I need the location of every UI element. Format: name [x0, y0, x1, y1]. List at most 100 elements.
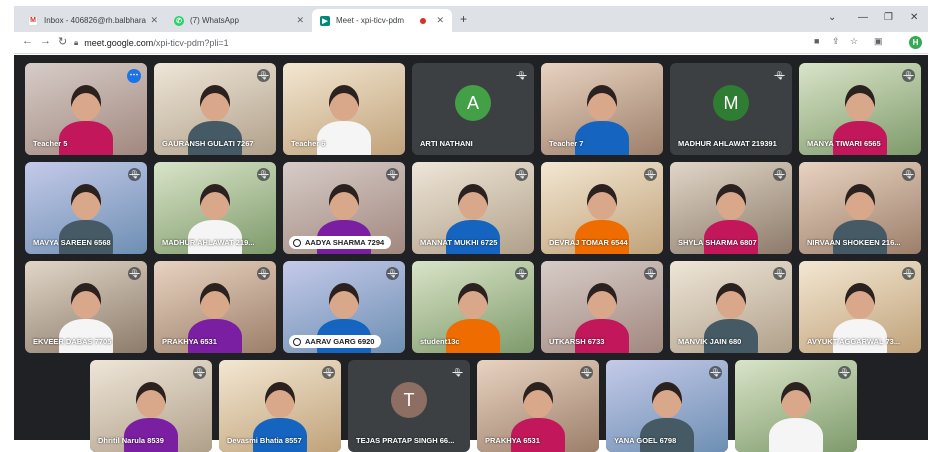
minimize-icon[interactable]: —	[858, 12, 868, 23]
participant-tile[interactable]: 🎙︎ Dhritil Narula 8539	[90, 360, 212, 452]
participant-figure	[704, 319, 758, 353]
profile-avatar[interactable]: H	[909, 36, 922, 49]
new-tab-icon[interactable]: +	[460, 12, 467, 26]
mic-off-icon: 🎙︎	[257, 267, 270, 280]
tab-strip: M Inbox - 406826@rh.balbharati.o ✕ ✆ (7)…	[14, 6, 928, 32]
participant-name: Teacher 6	[291, 139, 326, 148]
window-close-icon[interactable]: ✕	[910, 12, 918, 23]
more-options-icon[interactable]: ⋯	[127, 69, 141, 83]
participant-name-pill: AARAV GARG 6920	[289, 335, 382, 348]
participant-tile[interactable]: ⋯ Teacher 5	[25, 63, 147, 155]
lock-icon: 🔒︎	[74, 37, 79, 47]
participant-name-pill: AADYA SHARMA 7294	[289, 236, 392, 249]
maximize-icon[interactable]: ❐	[884, 12, 893, 23]
participant-tile[interactable]: 🎙︎ GAURANSH GULATI 7267	[154, 63, 276, 155]
participant-tile[interactable]: 🎙︎ UTKARSH 6733	[541, 261, 663, 353]
participant-tile[interactable]: 🎙︎ PRAKHYA 6531	[154, 261, 276, 353]
participant-tile[interactable]: 🎙︎ AARAV GARG 6920	[283, 261, 405, 353]
sidepanel-icon[interactable]: ▣	[874, 36, 883, 47]
participant-tile[interactable]: A 🎙︎ ARTI NATHANI	[412, 63, 534, 155]
tab-meet[interactable]: ▶ Meet - xpi-ticv-pdm ✕	[312, 9, 452, 32]
participant-tile[interactable]: 🎙︎ PRAKHYA 6531	[477, 360, 599, 452]
url-path: /xpi-ticv-pdm?pli=1	[153, 37, 229, 48]
url-host: meet.google.com	[84, 37, 154, 48]
close-icon[interactable]: ✕	[296, 15, 304, 26]
participant-figure	[704, 220, 758, 254]
participant-tile[interactable]: 🎙︎ MADHUR AHLAWAT 219...	[154, 162, 276, 254]
participant-tile[interactable]: 🎙︎	[735, 360, 857, 452]
participant-avatar: T	[391, 382, 427, 419]
tab-label: Meet - xpi-ticv-pdm	[336, 16, 405, 25]
participant-tile[interactable]: 🎙︎ SHYLA SHARMA 6807	[670, 162, 792, 254]
participant-tile[interactable]: Teacher 6	[283, 63, 405, 155]
participant-tile[interactable]: 🎙︎ NIRVAAN SHOKEEN 216...	[799, 162, 921, 254]
mic-off-icon: 🎙︎	[902, 69, 915, 82]
close-icon[interactable]: ✕	[150, 15, 158, 26]
participant-tile[interactable]: M 🎙︎ MADHUR AHLAWAT 219391	[670, 63, 792, 155]
participant-face	[136, 382, 166, 418]
participant-figure	[59, 220, 113, 254]
recording-icon	[420, 17, 427, 24]
mic-off-icon: 🎙︎	[773, 267, 786, 280]
participant-tile[interactable]: 🎙︎ MANYA TIWARI 6565	[799, 63, 921, 155]
mic-off-icon: 🎙︎	[128, 168, 141, 181]
participant-face	[652, 382, 682, 418]
participant-tile[interactable]: 🎙︎ MANNAT MUKHI 6725	[412, 162, 534, 254]
participant-tile[interactable]: 🎙︎ EKVEER DABAS 7705	[25, 261, 147, 353]
mic-off-icon: 🎙︎	[515, 69, 528, 82]
participant-name: EKVEER DABAS 7705	[33, 337, 112, 346]
forward-icon[interactable]: →	[40, 35, 51, 47]
participant-tile[interactable]: 🎙︎ AADYA SHARMA 7294	[283, 162, 405, 254]
tab-search-icon[interactable]: ⌄	[828, 12, 836, 23]
reload-icon[interactable]: ↻	[58, 35, 67, 48]
mic-off-icon: 🎙︎	[386, 267, 399, 280]
back-icon[interactable]: ←	[22, 35, 33, 47]
participant-face	[71, 184, 101, 220]
meeting-grid: ⋯ Teacher 5 🎙︎ GAURANSH GULATI 7267 Teacher …	[14, 55, 928, 452]
participant-name: MANVIK JAIN 680	[678, 337, 742, 346]
participant-face	[587, 184, 617, 220]
participant-tile[interactable]: 🎙︎ AVYUKT AGGARWAL 73...	[799, 261, 921, 353]
mic-off-icon: 🎙︎	[257, 69, 270, 82]
tab-label: (7) WhatsApp	[190, 16, 239, 25]
share-icon[interactable]: ⇪	[832, 36, 840, 47]
participant-name: MAVYA SAREEN 6568	[33, 238, 111, 247]
mic-off-icon: 🎙︎	[644, 267, 657, 280]
tab-gmail[interactable]: M Inbox - 406826@rh.balbharati.o ✕	[20, 9, 166, 32]
participant-tile[interactable]: 🎙︎ DEVRAJ TOMAR 6544	[541, 162, 663, 254]
participant-tile[interactable]: 🎙︎ student13c	[412, 261, 534, 353]
pin-icon	[293, 337, 301, 346]
close-icon[interactable]: ✕	[436, 15, 444, 26]
participant-figure	[640, 418, 694, 452]
tab-whatsapp[interactable]: ✆ (7) WhatsApp ✕	[166, 9, 312, 32]
participant-face	[200, 283, 230, 319]
participant-figure	[833, 220, 887, 254]
participant-figure	[317, 121, 371, 155]
address-bar[interactable]: 🔒︎ meet.google.com/xpi-ticv-pdm?pli=1	[74, 34, 814, 51]
participant-face	[71, 283, 101, 319]
participant-face	[845, 184, 875, 220]
participant-tile[interactable]: 🎙︎ YANA GOEL 6798	[606, 360, 728, 452]
participant-name: Teacher 7	[549, 139, 584, 148]
participant-name: MADHUR AHLAWAT 219391	[678, 139, 777, 148]
participant-figure	[59, 121, 113, 155]
participant-name: MANNAT MUKHI 6725	[420, 238, 498, 247]
participant-name: PRAKHYA 6531	[485, 436, 540, 445]
participant-name: Dhritil Narula 8539	[98, 436, 164, 445]
participant-figure	[124, 418, 178, 452]
participant-tile[interactable]: T 🎙︎ TEJAS PRATAP SINGH 66...	[348, 360, 470, 452]
participant-figure	[769, 418, 823, 452]
menu-icon[interactable]: ⋮	[929, 36, 933, 47]
participant-tile[interactable]: 🎙︎ MAVYA SAREEN 6568	[25, 162, 147, 254]
participant-avatar: M	[713, 85, 749, 122]
participant-tile[interactable]: 🎙︎ Devasmi Bhatia 8557	[219, 360, 341, 452]
participant-tile[interactable]: 🎙︎ MANVIK JAIN 680	[670, 261, 792, 353]
camera-icon[interactable]: ■	[814, 36, 819, 46]
participant-name: SHYLA SHARMA 6807	[678, 238, 757, 247]
participant-avatar: A	[455, 85, 491, 122]
mic-off-icon: 🎙︎	[386, 168, 399, 181]
participant-tile[interactable]: Teacher 7	[541, 63, 663, 155]
bookmark-star-icon[interactable]: ☆	[850, 36, 858, 47]
browser-window: M Inbox - 406826@rh.balbharati.o ✕ ✆ (7)…	[0, 0, 933, 452]
meet-icon: ▶	[320, 15, 330, 26]
